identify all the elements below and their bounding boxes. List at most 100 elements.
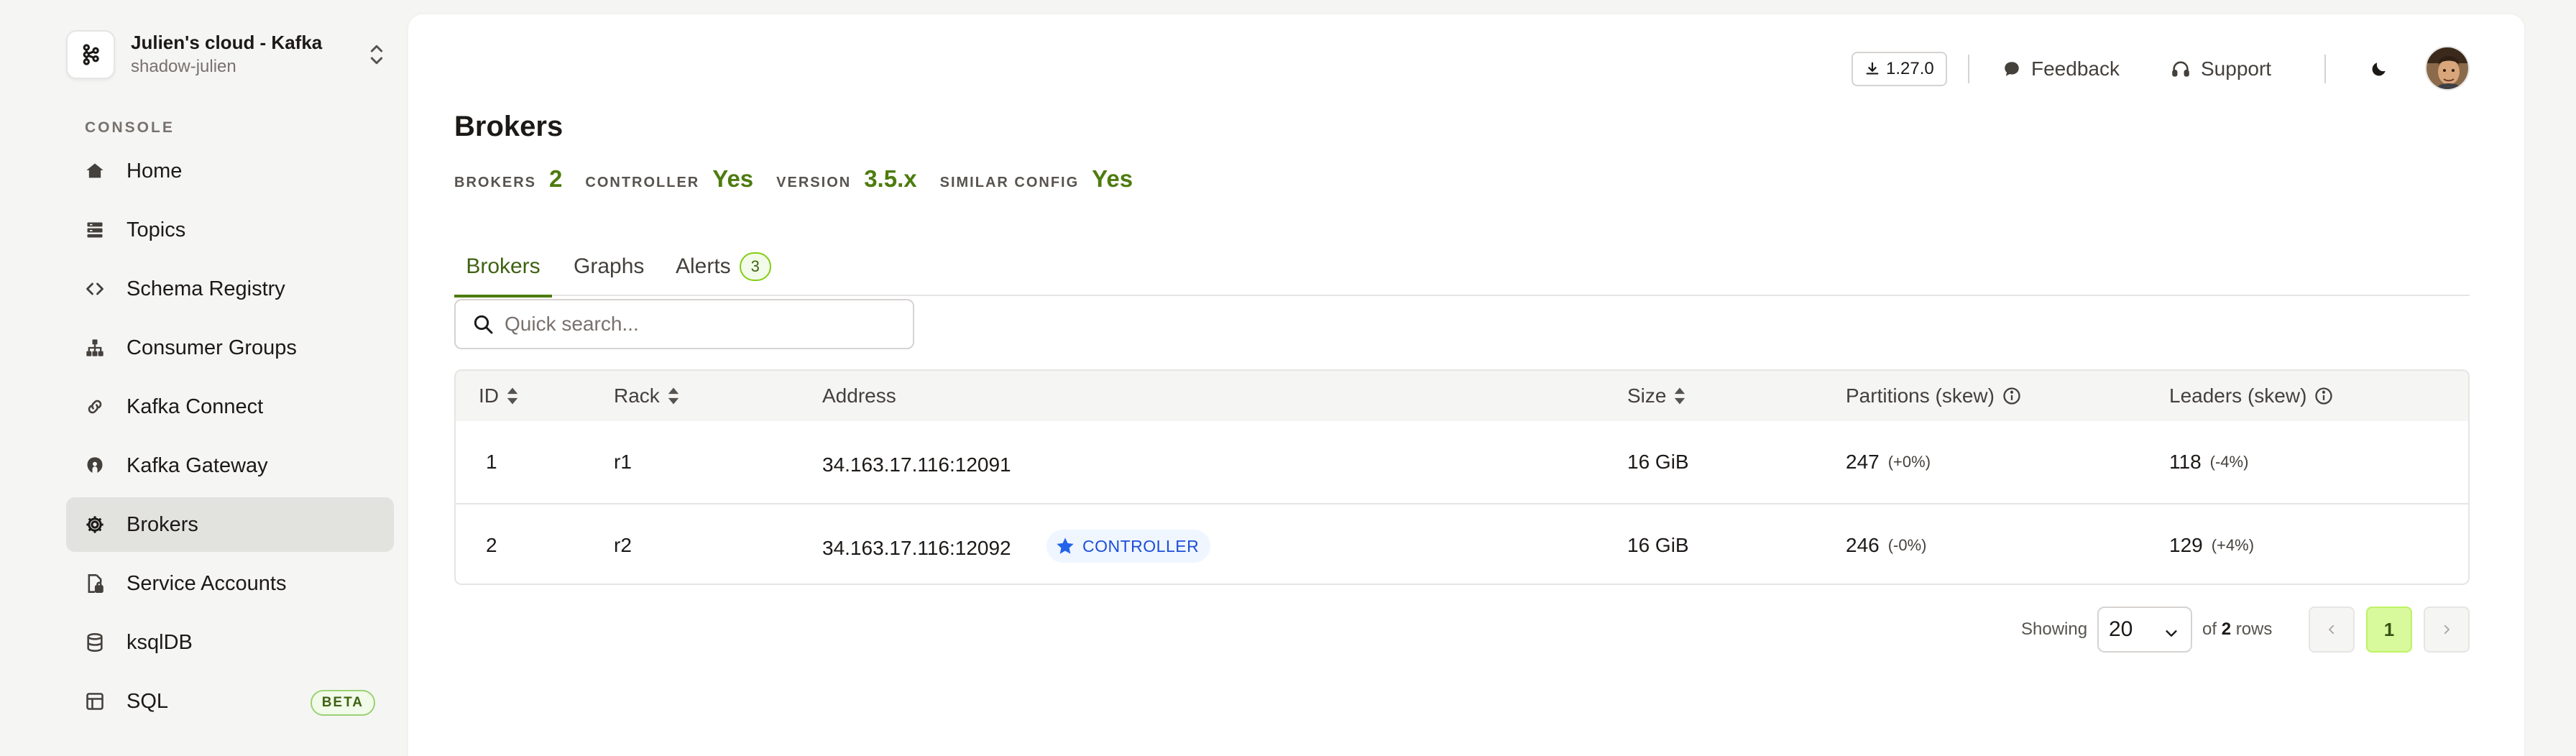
total-rows: 2 <box>2221 619 2232 639</box>
sort-icon[interactable] <box>1673 387 1686 405</box>
database-icon <box>83 631 106 654</box>
stat-value: Yes <box>712 165 754 192</box>
chevron-up-down-icon[interactable] <box>362 40 391 69</box>
sidebar-item-kafka-gateway[interactable]: Kafka Gateway <box>66 438 394 493</box>
leaders-skew: (+4%) <box>2211 536 2255 554</box>
sidebar-item-label: Service Accounts <box>126 571 287 595</box>
sidebar-item-label: Kafka Connect <box>126 395 264 418</box>
stat-label: SIMILAR CONFIG <box>939 175 1080 190</box>
controller-label: CONTROLLER <box>1082 536 1200 556</box>
sort-icon[interactable] <box>667 387 680 405</box>
sidebar-item-topics[interactable]: Topics <box>66 203 394 257</box>
stat-value: Yes <box>1092 165 1133 192</box>
chevron-down-icon <box>2163 622 2179 647</box>
sidebar-section-label: CONSOLE <box>85 119 175 136</box>
support-link[interactable]: Support <box>2171 52 2271 86</box>
feedback-link[interactable]: Feedback <box>2002 52 2120 86</box>
info-icon[interactable] <box>2002 386 2022 406</box>
info-icon[interactable] <box>2314 386 2334 406</box>
table-row[interactable]: 1 r1 34.163.17.116:12091 16 GiB 247 (+0%… <box>456 421 2468 503</box>
sidebar-item-home[interactable]: Home <box>66 144 394 198</box>
avatar[interactable] <box>2425 46 2470 91</box>
tab-graphs[interactable]: Graphs <box>574 237 644 296</box>
stat-brokers: BROKERS 2 <box>454 165 562 193</box>
sidebar-item-consumer-groups[interactable]: Consumer Groups <box>66 321 394 375</box>
sidebar-item-brokers[interactable]: Brokers <box>66 497 394 552</box>
column-label: Size <box>1627 384 1667 407</box>
stat-label: CONTROLLER <box>585 175 700 190</box>
next-page-button[interactable] <box>2424 607 2470 653</box>
sidebar-item-sql[interactable]: SQL BETA <box>66 674 394 729</box>
sidebar-item-ksqldb[interactable]: ksqlDB <box>66 615 394 670</box>
sidebar-item-kafka-connect[interactable]: Kafka Connect <box>66 379 394 434</box>
leaders-skew: (-4%) <box>2209 453 2249 471</box>
partitions-skew: (-0%) <box>1887 536 1927 554</box>
tab-brokers[interactable]: Brokers <box>454 237 552 298</box>
cell-id: 1 <box>486 451 497 473</box>
cell-rack: r1 <box>614 451 632 473</box>
cell-partitions: 246 (-0%) <box>1846 504 1927 584</box>
star-icon <box>1057 538 1074 554</box>
partitions-value: 247 <box>1846 451 1880 473</box>
workspace-switcher[interactable]: Julien's cloud - Kafka shadow-julien <box>66 24 391 85</box>
sidebar-item-service-accounts[interactable]: Service Accounts <box>66 556 394 611</box>
workspace-title: Julien's cloud - Kafka <box>131 32 323 53</box>
cell-partitions: 247 (+0%) <box>1846 421 1931 503</box>
workspace-subtitle: shadow-julien <box>131 57 236 76</box>
gateway-icon <box>83 454 106 477</box>
column-label: Address <box>822 384 896 407</box>
stat-value: 3.5.x <box>864 165 917 192</box>
cell-size: 16 GiB <box>1627 451 1689 473</box>
headset-icon <box>2172 61 2189 77</box>
gear-icon <box>83 513 106 536</box>
pagination: Showing 20 of 2 rows 1 <box>408 607 2470 653</box>
page-size-value: 20 <box>2109 617 2133 641</box>
brokers-table: ID Rack Address Size Partitions (skew) L… <box>454 369 2470 585</box>
sidebar: Julien's cloud - Kafka shadow-julien CON… <box>0 0 408 756</box>
lock-file-icon <box>83 572 106 595</box>
leaders-value: 129 <box>2169 534 2203 556</box>
column-label: Rack <box>614 384 660 407</box>
stat-label: BROKERS <box>454 175 537 190</box>
sidebar-item-label: Kafka Gateway <box>126 453 268 477</box>
page-size-select[interactable]: 20 <box>2097 607 2192 653</box>
search-input[interactable] <box>505 313 893 336</box>
sidebar-item-schema-registry[interactable]: Schema Registry <box>66 262 394 316</box>
column-header-size[interactable]: Size <box>1627 371 1686 421</box>
table-row[interactable]: 2 r2 34.163.17.116:12092 CONTROLLER 16 G… <box>456 503 2468 584</box>
cell-leaders: 129 (+4%) <box>2169 504 2255 584</box>
previous-page-button[interactable] <box>2309 607 2355 653</box>
chevron-right-icon <box>2444 624 2450 635</box>
hierarchy-icon <box>83 336 106 359</box>
version-button[interactable]: 1.27.0 <box>1852 52 1947 86</box>
column-header-id[interactable]: ID <box>479 371 519 421</box>
tab-label: Alerts <box>676 254 731 278</box>
rows-label: rows <box>2235 619 2273 639</box>
link-icon <box>83 395 106 418</box>
tab-bar: Brokers Graphs Alerts 3 <box>454 237 2470 298</box>
cell-size: 16 GiB <box>1627 534 1689 556</box>
stat-value: 2 <box>549 165 563 192</box>
partitions-skew: (+0%) <box>1887 453 1931 471</box>
active-tab-indicator <box>454 295 552 298</box>
tab-alerts[interactable]: Alerts 3 <box>676 237 771 296</box>
column-label: Leaders (skew) <box>2169 384 2307 407</box>
column-label: ID <box>479 384 499 407</box>
cell-id: 2 <box>486 534 497 556</box>
search-box[interactable] <box>454 299 914 349</box>
main-panel: 1.27.0 Feedback Support Brokers BROKERS … <box>408 14 2524 756</box>
stat-similar-config: SIMILAR CONFIG Yes <box>940 165 1133 193</box>
page-title: Brokers <box>454 111 564 142</box>
column-header-leaders: Leaders (skew) <box>2169 371 2334 421</box>
theme-toggle-button[interactable] <box>2363 53 2395 85</box>
page-number-button[interactable]: 1 <box>2366 607 2412 653</box>
sidebar-item-label: Brokers <box>126 512 198 536</box>
sort-icon[interactable] <box>506 387 519 405</box>
of-label: of <box>2202 619 2217 639</box>
table-icon <box>83 690 106 713</box>
stat-label: VERSION <box>776 175 852 190</box>
divider <box>1968 55 1969 83</box>
column-header-rack[interactable]: Rack <box>614 371 680 421</box>
download-icon <box>1866 62 1879 75</box>
column-label: Partitions (skew) <box>1846 384 1995 407</box>
